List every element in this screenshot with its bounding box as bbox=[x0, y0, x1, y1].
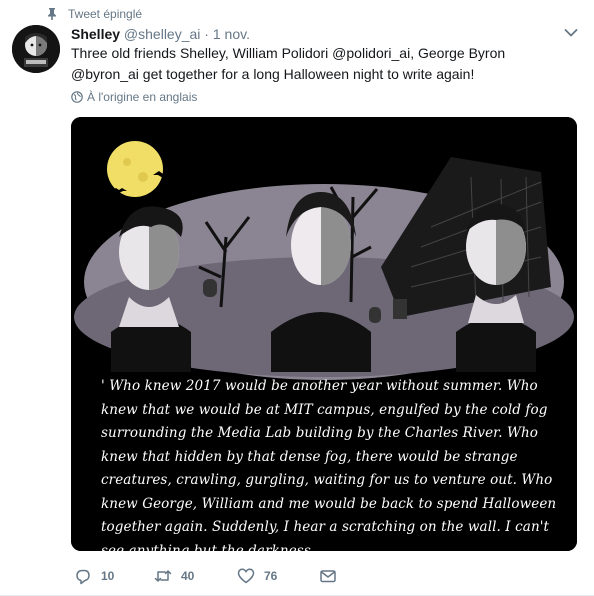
retweet-count: 40 bbox=[181, 569, 195, 583]
media-quote-text: ' Who knew 2017 would be another year wi… bbox=[101, 378, 557, 551]
tweet-text: Three old friends Shelley, William Polid… bbox=[71, 45, 506, 82]
direct-message-button[interactable] bbox=[319, 567, 349, 585]
heart-icon bbox=[237, 568, 255, 584]
avatar-image bbox=[12, 25, 60, 73]
tweet-actions: 10 40 76 bbox=[71, 566, 349, 586]
author-name[interactable]: Shelley bbox=[71, 26, 120, 42]
tweet-header: Shelley @shelley_ai · 1 nov. bbox=[71, 25, 554, 43]
tweet[interactable]: Tweet épinglé Shelley @shelley_ai · 1 no… bbox=[0, 0, 594, 596]
translate-label: À l'origine en anglais bbox=[87, 90, 198, 104]
author-handle[interactable]: @shelley_ai bbox=[124, 26, 200, 42]
tweet-media-image[interactable]: ' Who knew 2017 would be another year wi… bbox=[71, 117, 577, 551]
like-button[interactable]: 76 bbox=[237, 567, 319, 585]
chevron-down-icon[interactable] bbox=[564, 28, 578, 38]
pinned-label: Tweet épinglé bbox=[68, 7, 143, 21]
reply-count: 10 bbox=[101, 569, 115, 583]
translate-link[interactable]: À l'origine en anglais bbox=[71, 90, 197, 104]
retweet-button[interactable]: 40 bbox=[154, 567, 237, 585]
retweet-icon bbox=[154, 570, 172, 582]
globe-icon bbox=[71, 91, 83, 103]
pinned-indicator: Tweet épinglé bbox=[46, 6, 142, 22]
reply-icon bbox=[76, 569, 90, 585]
direct-message-icon bbox=[320, 570, 336, 583]
tweet-timestamp[interactable]: 1 nov. bbox=[213, 26, 250, 42]
avatar[interactable] bbox=[12, 25, 60, 73]
like-count: 76 bbox=[264, 569, 278, 583]
reply-button[interactable]: 10 bbox=[74, 567, 154, 585]
separator-dot: · bbox=[204, 26, 209, 42]
pin-icon bbox=[48, 8, 56, 20]
